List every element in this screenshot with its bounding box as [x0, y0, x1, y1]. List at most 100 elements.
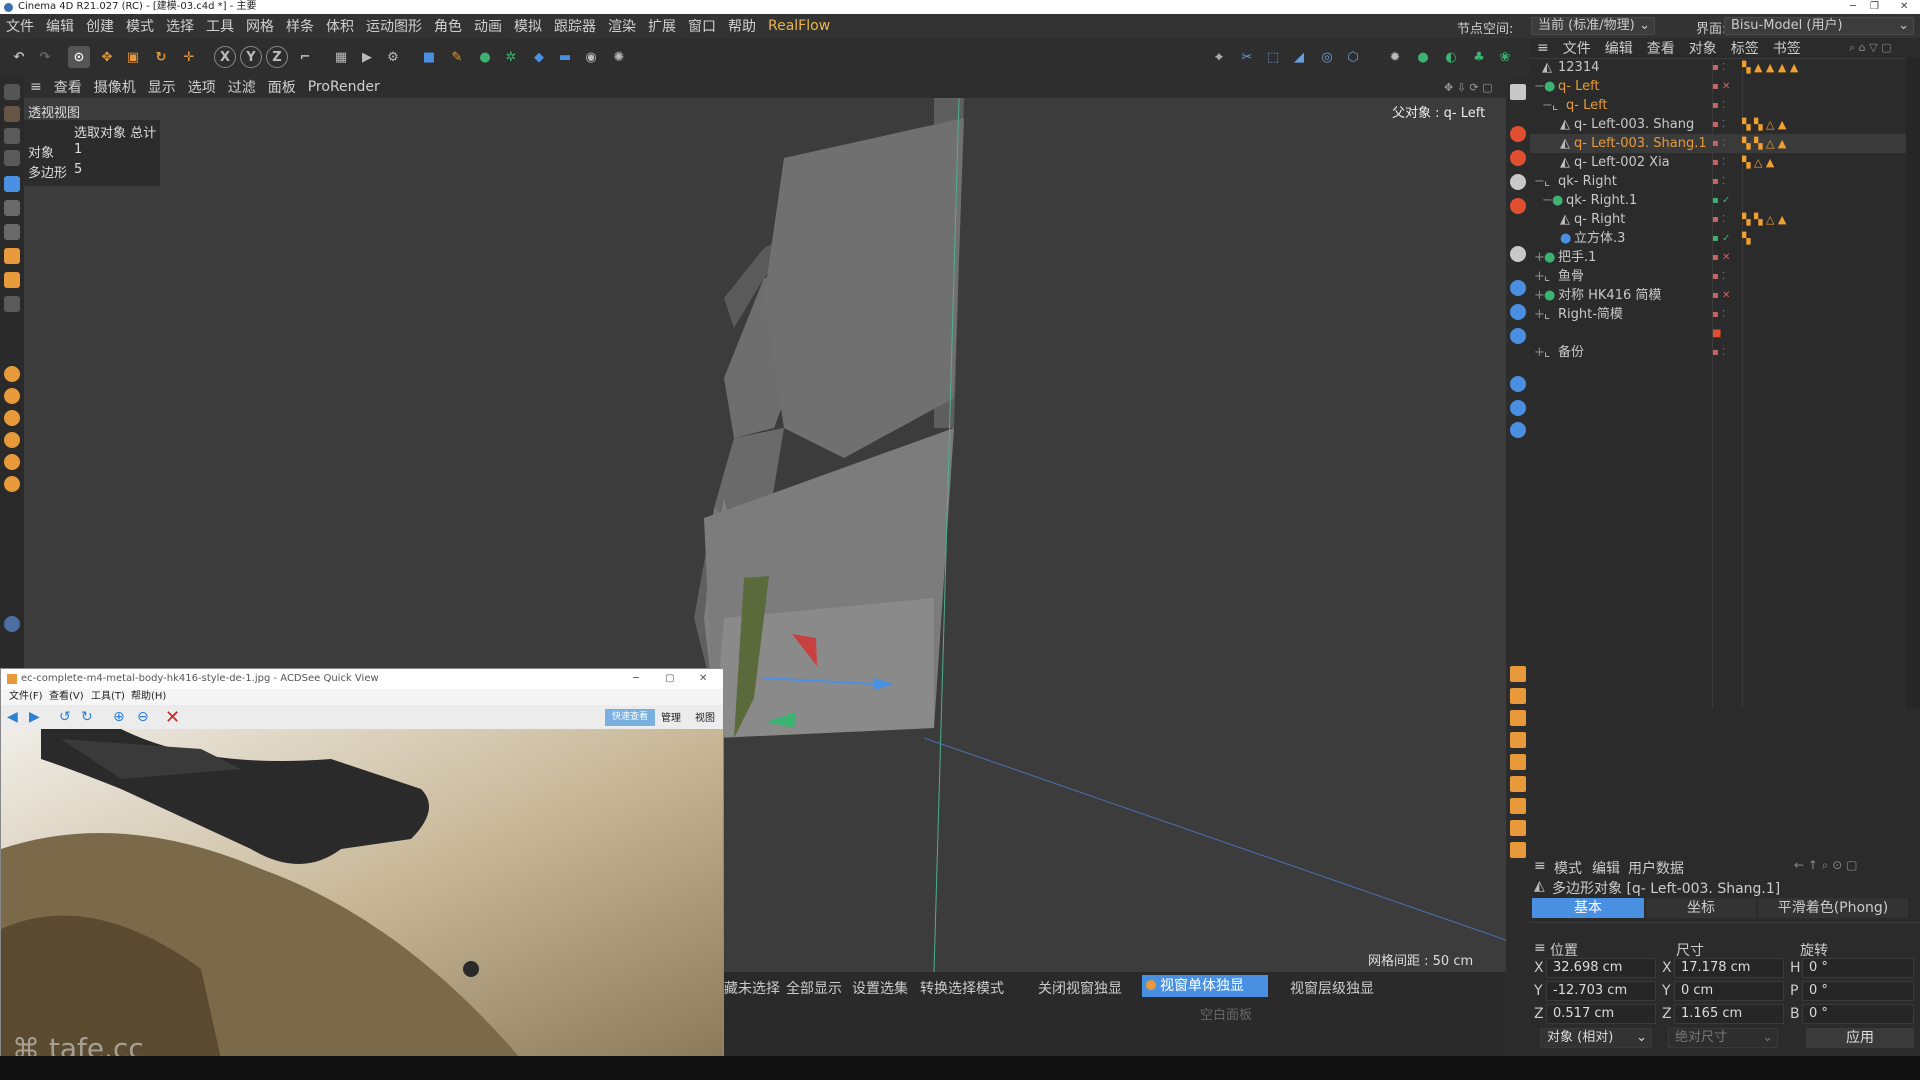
hamburger-icon[interactable]: ≡: [24, 79, 48, 95]
visibility-flags[interactable]: ▪ ⁚: [1712, 305, 1725, 324]
visibility-flags[interactable]: ▪ ✕: [1712, 77, 1730, 96]
menu-select[interactable]: 选择: [160, 16, 200, 36]
solo-hierarchy-button[interactable]: 视窗层级独显: [1290, 978, 1374, 998]
object-row[interactable]: + ⌞ 鱼骨 ▪ ⁚: [1530, 267, 1906, 286]
knife-icon[interactable]: ✂: [1236, 46, 1258, 68]
live-select-icon[interactable]: ⊙: [68, 46, 90, 68]
menu-create[interactable]: 创建: [80, 16, 120, 36]
close-solo-button[interactable]: 关闭视窗独显: [1038, 978, 1122, 998]
render-settings-icon[interactable]: ⚙: [382, 46, 404, 68]
pos-y-field[interactable]: -12.703 cm: [1546, 981, 1656, 1001]
attr-menu-mode[interactable]: 模式: [1554, 858, 1582, 878]
hamburger-icon[interactable]: ≡: [1534, 858, 1546, 874]
y-axis-icon[interactable]: Y: [240, 46, 262, 68]
object-row[interactable]: ● 立方体.3 ▪ ✓ ▚: [1530, 229, 1906, 248]
tag-icon[interactable]: [1510, 422, 1526, 438]
quick-view-button[interactable]: 快速查看: [605, 709, 655, 726]
pos-z-field[interactable]: 0.517 cm: [1546, 1004, 1656, 1024]
obj-menu-objects[interactable]: 对象: [1682, 38, 1724, 58]
panel-toggle-icon[interactable]: [1510, 84, 1526, 100]
object-row[interactable]: ◭ q- Left-002 Xia ▪ ⁚ ▚ △ ▲: [1530, 153, 1906, 172]
tag-icon[interactable]: [1510, 798, 1526, 814]
close-icon[interactable]: ✕: [699, 669, 707, 689]
show-all-button[interactable]: 全部显示: [786, 978, 842, 998]
weld-icon[interactable]: ◎: [1316, 46, 1338, 68]
tag-icon[interactable]: [1510, 842, 1526, 858]
object-tags[interactable]: ▚ ▚ △ ▲: [1742, 115, 1786, 134]
hamburger-icon[interactable]: ≡: [1530, 40, 1556, 56]
acdsee-menu-file[interactable]: 文件(F): [9, 689, 43, 705]
visibility-flags[interactable]: ▪ ✕: [1712, 248, 1730, 267]
rot-h-field[interactable]: 0 °: [1802, 958, 1914, 978]
visibility-flags[interactable]: ▪ ⁚: [1712, 343, 1725, 362]
camera-icon[interactable]: ◉: [580, 46, 602, 68]
viewport-menu-filter[interactable]: 过滤: [222, 77, 262, 97]
snap-icon[interactable]: ⌖: [1208, 46, 1230, 68]
convert-selection-button[interactable]: 转换选择模式: [920, 978, 1004, 998]
set-selection-button[interactable]: 设置选集: [852, 978, 908, 998]
object-row[interactable]: ◭ q- Left-003. Shang ▪ ⁚ ▚ ▚ △ ▲: [1530, 115, 1906, 134]
object-row[interactable]: + ● 把手.1 ▪ ✕: [1530, 248, 1906, 267]
solo-icon[interactable]: [4, 248, 20, 264]
object-row[interactable]: + ● 对称 HK416 简模 ▪ ✕: [1530, 286, 1906, 305]
object-row-selected[interactable]: ◭ q- Left-003. Shang.1 ▪ ⁚ ▚ ▚ △ ▲: [1530, 134, 1906, 153]
tab-basic[interactable]: 基本: [1532, 898, 1644, 918]
node-space-select[interactable]: 当前 (标准/物理) ⌄: [1531, 17, 1655, 35]
tag-icon[interactable]: [1510, 776, 1526, 792]
menu-file[interactable]: 文件: [0, 16, 40, 36]
menu-mesh[interactable]: 网格: [240, 16, 280, 36]
object-tags[interactable]: ▚ ▲ ▲ ▲ ▲: [1742, 58, 1798, 77]
menu-mode[interactable]: 模式: [120, 16, 160, 36]
undo-icon[interactable]: ↶: [8, 46, 30, 68]
sculpt-icon[interactable]: [4, 388, 20, 404]
viewport-menu-options[interactable]: 选项: [182, 77, 222, 97]
hamburger-icon[interactable]: ≡: [1534, 940, 1546, 956]
menu-extensions[interactable]: 扩展: [642, 16, 682, 36]
manage-button[interactable]: 管理: [661, 709, 681, 724]
obj-menu-tags[interactable]: 标签: [1724, 38, 1766, 58]
attr-menu-edit[interactable]: 编辑: [1592, 858, 1620, 878]
visibility-flags[interactable]: ▪ ⁚: [1712, 172, 1725, 191]
character-icon[interactable]: ♣: [1468, 46, 1490, 68]
light-icon[interactable]: ✺: [608, 46, 630, 68]
polygons-mode-icon[interactable]: [4, 224, 20, 240]
model-mode-icon[interactable]: [4, 106, 20, 122]
tag-icon[interactable]: [1510, 246, 1526, 262]
texture-mode-icon[interactable]: [4, 128, 20, 144]
viewport-nav-icon[interactable]: ✥ ⇩ ⟳ ▢: [1444, 81, 1493, 94]
viewport-menu-display[interactable]: 显示: [142, 77, 182, 97]
obj-menu-edit[interactable]: 编辑: [1598, 38, 1640, 58]
size-y-field[interactable]: 0 cm: [1674, 981, 1784, 1001]
next-icon[interactable]: ▶: [29, 709, 40, 725]
visibility-flags[interactable]: ▪ ⁚: [1712, 153, 1725, 172]
visibility-flags[interactable]: ▪ ⁚: [1712, 210, 1725, 229]
menu-character[interactable]: 角色: [428, 16, 468, 36]
object-row[interactable]: + ⌞ 备份 ▪ ⁚: [1530, 343, 1906, 362]
size-z-field[interactable]: 1.165 cm: [1674, 1004, 1784, 1024]
object-tags[interactable]: ▚ ▚ △ ▲: [1742, 210, 1786, 229]
coord-mode-select[interactable]: 对象 (相对) ⌄: [1540, 1028, 1652, 1048]
size-mode-select[interactable]: 绝对尺寸 ⌄: [1668, 1028, 1778, 1048]
viewport-menu-view[interactable]: 查看: [48, 77, 88, 97]
make-editable-icon[interactable]: [4, 84, 20, 100]
object-row[interactable]: − ● q- Left ▪ ✕: [1530, 77, 1906, 96]
tweak-icon[interactable]: [4, 296, 20, 312]
snap-toggle-icon[interactable]: [4, 272, 20, 288]
subdivision-icon[interactable]: ●: [474, 46, 496, 68]
visibility-flags[interactable]: ▪ ✓: [1712, 191, 1730, 210]
acdsee-menu-help[interactable]: 帮助(H): [131, 689, 166, 705]
visibility-flags[interactable]: ▪ ⁚: [1712, 267, 1725, 286]
xpresso-icon[interactable]: ◐: [1440, 46, 1462, 68]
menu-simulate[interactable]: 模拟: [508, 16, 548, 36]
render-region-icon[interactable]: ▦: [330, 46, 352, 68]
tag-icon[interactable]: [1510, 688, 1526, 704]
visibility-flags[interactable]: ▪ ⁚: [1712, 96, 1725, 115]
coordinate-system-icon[interactable]: ⌐: [294, 46, 316, 68]
bevel-icon[interactable]: ◢: [1288, 46, 1310, 68]
obj-menu-file[interactable]: 文件: [1556, 38, 1598, 58]
visibility-flags[interactable]: ▪ ⁚: [1712, 134, 1725, 153]
tag-icon[interactable]: [1510, 328, 1526, 344]
apply-button[interactable]: 应用: [1806, 1028, 1914, 1048]
zoom-in-icon[interactable]: ⊕: [113, 709, 125, 725]
tag-icon[interactable]: [1510, 174, 1526, 190]
